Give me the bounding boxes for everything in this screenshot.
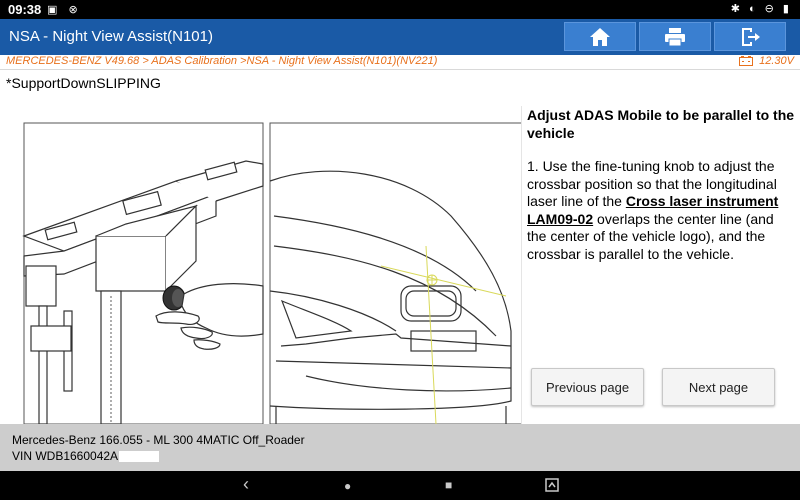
instruction-panel: Adjust ADAS Mobile to be parallel to the… xyxy=(527,106,795,263)
battery-icon xyxy=(739,56,754,66)
calibration-diagram xyxy=(6,106,522,424)
instruction-body: 1. Use the fine-tuning knob to adjust th… xyxy=(527,158,795,263)
previous-page-button[interactable]: Previous page xyxy=(531,368,644,406)
home-nav-icon[interactable]: ● xyxy=(344,479,351,493)
page-title: NSA - Night View Assist(N101) xyxy=(9,28,213,45)
instruction-heading: Adjust ADAS Mobile to be parallel to the… xyxy=(527,107,795,141)
exit-icon xyxy=(742,27,760,46)
breadcrumb: MERCEDES-BENZ V49.68 > ADAS Calibration … xyxy=(0,55,800,70)
support-text: *SupportDownSLIPPING xyxy=(6,75,161,91)
vehicle-vin: VIN WDB1660042A xyxy=(12,449,119,463)
clock: 09:38 xyxy=(8,2,42,17)
exit-button[interactable] xyxy=(714,22,786,51)
content-area: Adjust ADAS Mobile to be parallel to the… xyxy=(0,106,800,424)
vehicle-info-bar: Mercedes-Benz 166.055 - ML 300 4MATIC Of… xyxy=(0,424,800,471)
screenshot-icon[interactable] xyxy=(545,478,559,492)
back-icon[interactable]: ‹ xyxy=(243,474,249,495)
vin-redaction xyxy=(119,450,160,462)
vehicle-model: Mercedes-Benz 166.055 - ML 300 4MATIC Of… xyxy=(12,433,305,447)
title-bar: NSA - Night View Assist(N101) xyxy=(0,19,800,55)
next-page-button[interactable]: Next page xyxy=(662,368,775,406)
calibration-illustration xyxy=(22,122,521,424)
android-nav-bar: ‹ ● ■ xyxy=(0,471,800,500)
notification-icons: ▣ ⊗ xyxy=(47,4,82,16)
system-status-icons: ✱ ◐ ⊖ ▮ xyxy=(730,3,792,15)
print-icon xyxy=(665,27,685,46)
vehicle-vin-row: VIN WDB1660042A xyxy=(12,449,160,463)
breadcrumb-path: MERCEDES-BENZ V49.68 > ADAS Calibration … xyxy=(6,55,438,67)
battery-voltage: 12.30V xyxy=(739,55,794,67)
home-icon xyxy=(590,27,610,46)
voltage-value: 12.30V xyxy=(759,55,794,67)
status-bar: 09:38 ▣ ⊗ ✱ ◐ ⊖ ▮ xyxy=(0,0,800,19)
print-button[interactable] xyxy=(639,22,711,51)
recent-apps-icon[interactable]: ■ xyxy=(445,478,452,492)
home-button[interactable] xyxy=(564,22,636,51)
